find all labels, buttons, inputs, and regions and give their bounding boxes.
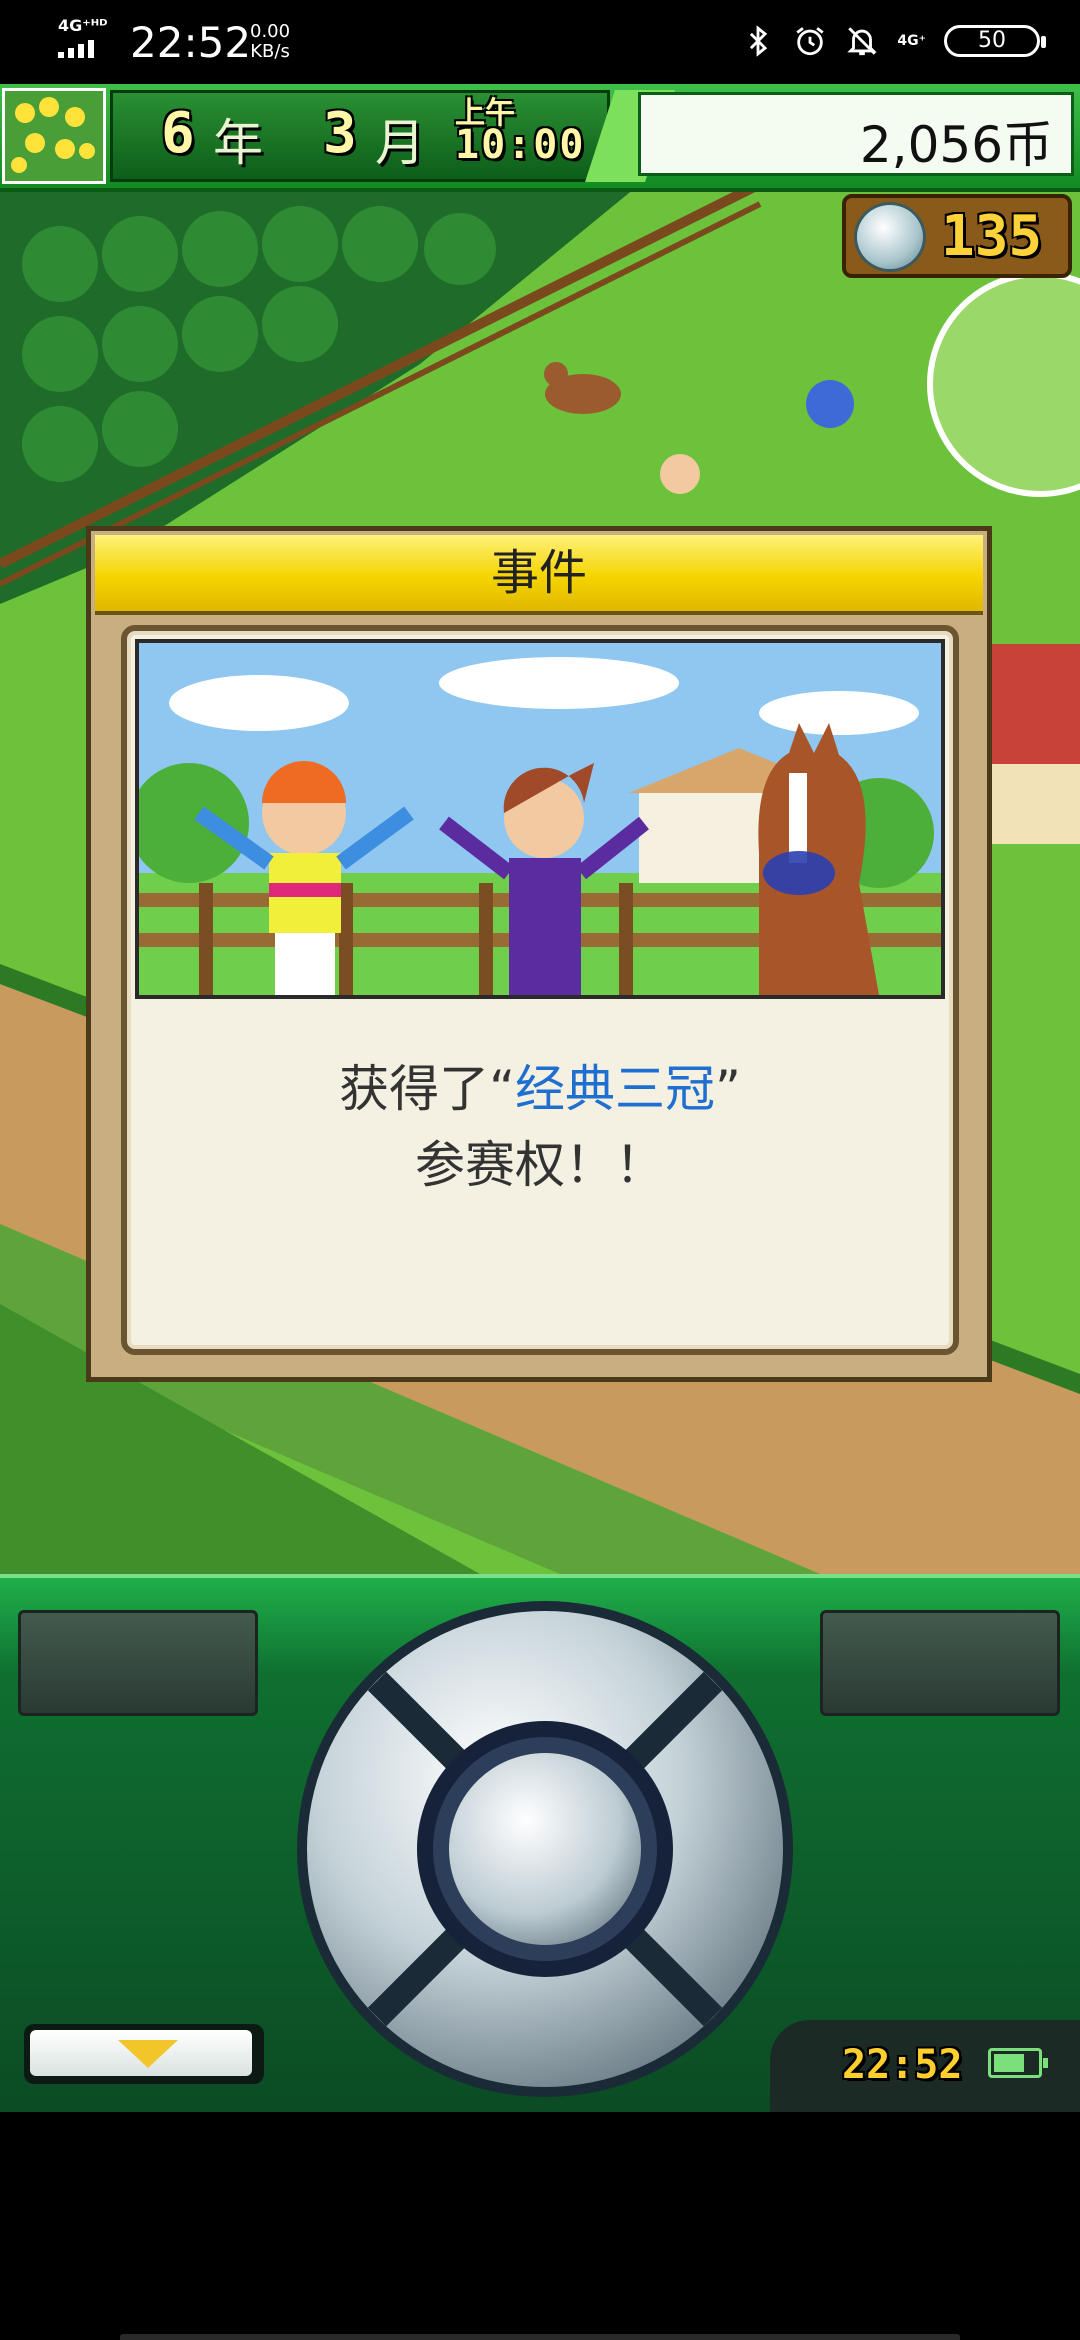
bluetooth-icon (750, 25, 768, 57)
dialog-body: 获得了“经典三冠” 参赛权！！ (121, 625, 959, 1355)
event-illustration (135, 639, 945, 999)
battery-icon (988, 2048, 1048, 2078)
dpad[interactable] (294, 1598, 796, 2100)
down-arrow-icon (118, 2040, 178, 2068)
money-amount: 2,056币 (859, 116, 1053, 174)
dpad-center-button[interactable] (449, 1753, 641, 1945)
status-time: 22:52 (130, 18, 252, 67)
dialog-title: 事件 (490, 545, 587, 601)
network-type: 4G⁺ᴴᴰ (58, 16, 108, 35)
medal-count: 135 (941, 204, 1043, 269)
battery-level: 50 (978, 28, 1006, 53)
clock-panel: 22:52 (770, 2020, 1080, 2116)
game-clock: 10:00 (455, 122, 586, 168)
message-highlight: 经典三冠 (515, 1060, 715, 1118)
year-number: 6 (161, 101, 195, 166)
season-flower-icon[interactable] (2, 88, 106, 184)
mobile-network-type: 4G⁺ (897, 33, 926, 49)
controller-panel: 22:52 (0, 1574, 1080, 2116)
signal-icon (58, 38, 106, 58)
message-prefix: 获得了“ (339, 1060, 515, 1118)
message-suffix: ” (715, 1060, 741, 1118)
right-soft-button[interactable] (820, 1610, 1060, 1716)
money-display: 2,056币 (638, 92, 1074, 176)
mute-bell-icon (847, 27, 878, 56)
gesture-bar[interactable] (120, 2334, 960, 2340)
dialog-header: 事件 (95, 535, 983, 615)
status-bar: 4G⁺ᴴᴰ 22:52 0.00 KB/s 4G⁺ 50 (0, 0, 1080, 84)
event-dialog[interactable]: 事件 获得了“经典三冠” 参赛权！！ (86, 526, 992, 1382)
month-number: 3 (323, 101, 357, 166)
alarm-icon (796, 27, 824, 56)
horseshoe-medal-icon (854, 202, 926, 272)
network-speed: 0.00 KB/s (250, 22, 290, 62)
network-speed-value: 0.00 (250, 21, 291, 42)
network-speed-unit: KB/s (250, 41, 290, 62)
panel-time: 22:52 (842, 2042, 963, 2088)
battery-icon: 50 (944, 25, 1046, 57)
left-soft-button[interactable] (18, 1610, 258, 1716)
bottom-black-area (0, 2112, 1080, 2340)
down-menu-button[interactable] (24, 2024, 264, 2084)
month-unit: 月 (375, 114, 425, 172)
game-view[interactable]: 6 年 3 月 上午 10:00 2,056币 135 事件 获得了“经典三冠”… (0, 84, 1080, 1574)
message-line2: 参赛权！！ (415, 1136, 665, 1194)
medal-counter[interactable]: 135 (842, 194, 1072, 278)
year-unit: 年 (213, 114, 263, 172)
top-hud: 6 年 3 月 上午 10:00 2,056币 (0, 84, 1080, 192)
event-message: 获得了“经典三冠” 参赛权！！ (127, 1051, 953, 1203)
